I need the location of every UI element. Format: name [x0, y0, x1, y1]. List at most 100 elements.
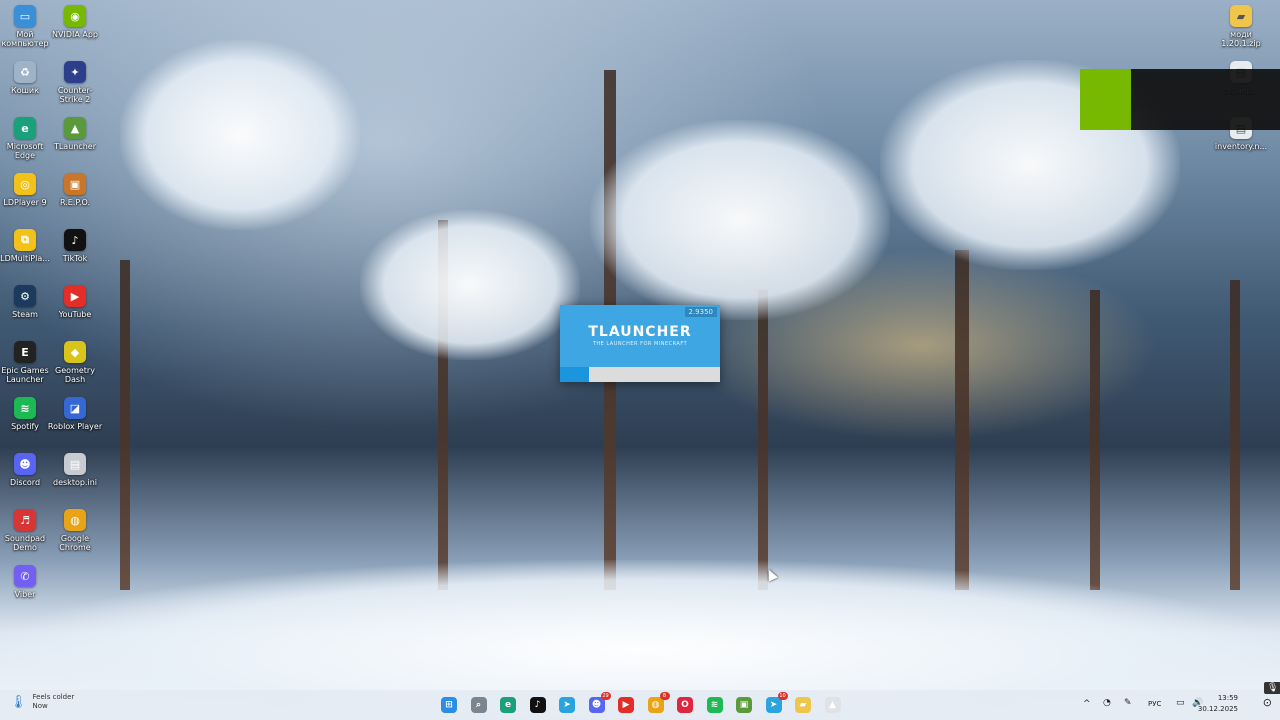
desktop-icon-nvidia[interactable]: ◉ NVIDIA App — [50, 5, 100, 39]
taskbar-telegram-button[interactable]: ➤ — [555, 693, 579, 717]
notification-badge: 8 — [659, 692, 670, 700]
language-indicator[interactable]: РУС — [1148, 700, 1161, 708]
desktop-icon-label: моди 1.20.1.zip — [1221, 30, 1261, 48]
desktop-icon-youtube[interactable]: ▶ YouTube — [50, 285, 100, 319]
tlauncher-icon: ▲ — [824, 697, 841, 713]
spotify-icon: ≋ — [14, 397, 36, 419]
desktop-icon-label: Counter-Strike 2 — [57, 86, 93, 104]
desktop-icon-computer[interactable]: ▭ Мой компьютер — [0, 5, 50, 48]
zip-folder-icon: ▰ — [1230, 5, 1252, 27]
file-icon: ▤ — [64, 453, 86, 475]
desktop-icon-label: Кошик — [11, 86, 39, 95]
search-icon: ⌕ — [470, 697, 487, 713]
desktop-icon-tlauncher[interactable]: ▲ TLauncher — [50, 117, 100, 151]
desktop-icon-label: TLauncher — [53, 142, 97, 151]
network-icon[interactable]: ▭ — [1176, 698, 1185, 708]
taskbar: 🌡 Feels colder Now ⊞ ⌕ e ♪ ➤ ☻ 29 ▶ ◍ 8 O ≋ ▣ ➤ 10 ▰ ▲ ^… — [0, 690, 1280, 720]
taskbar-opera-button[interactable]: O — [673, 693, 697, 717]
counter-strike-icon: ✦ — [64, 61, 86, 83]
desktop-icon-label: R.E.P.O. — [59, 198, 91, 207]
desktop-icon-geometry-dash[interactable]: ◆ Geometry Dash — [50, 341, 100, 384]
tray-chevron-up-icon[interactable]: ^ — [1083, 699, 1091, 709]
desktop-icon-discord[interactable]: ☻ Discord — [0, 453, 50, 487]
microphone-icon[interactable]: 🎙 — [1264, 682, 1280, 694]
folder-icon: ▰ — [795, 697, 811, 713]
desktop-icon-file[interactable]: ▤ desktop.ini — [50, 453, 100, 487]
taskbar-spotify-button[interactable]: ≋ — [703, 693, 727, 717]
desktop-icon-label: LDPlayer 9 — [3, 198, 47, 207]
pen-icon[interactable]: ✎ — [1124, 698, 1132, 708]
windows-start-icon: ⊞ — [441, 697, 457, 713]
taskbar-search-button[interactable]: ⌕ — [467, 693, 491, 717]
taskbar-edge-button[interactable]: e — [496, 693, 520, 717]
steam-icon: ⚙ — [14, 285, 36, 307]
discord-icon: ☻ — [14, 453, 36, 475]
geometry-dash-icon: ◆ — [64, 341, 86, 363]
nvidia-logo-block — [1080, 69, 1131, 130]
desktop-icon-label: Spotify — [11, 422, 39, 431]
taskbar-minecraft-button[interactable]: ▣ — [732, 693, 756, 717]
repo-icon: ▣ — [64, 173, 86, 195]
desktop-icon-label: Viber — [14, 590, 36, 599]
desktop-icon-viber[interactable]: ✆ Viber — [0, 565, 50, 599]
taskbar-tiktok-button[interactable]: ♪ — [526, 693, 550, 717]
taskbar-chrome-button[interactable]: ◍ 8 — [644, 692, 670, 717]
edge-icon: e — [14, 117, 36, 139]
desktop-icon-label: NVIDIA App — [52, 30, 98, 39]
taskbar-file-explorer-button[interactable]: ▰ — [791, 693, 815, 717]
desktop-icon-roblox[interactable]: ◪ Roblox Player — [48, 397, 102, 431]
tlauncher-splash: 2.9350 TLAUNCHER THE LAUNCHER FOR MINECR… — [560, 305, 720, 382]
tiktok-icon: ♪ — [64, 229, 86, 251]
desktop-icon-edge[interactable]: e Microsoft Edge — [0, 117, 50, 160]
desktop-icon-ldplayer[interactable]: ◎ LDPlayer 9 — [0, 173, 50, 207]
desktop-icon-soundpad[interactable]: ♬ Soundpad Demo — [0, 509, 50, 552]
nvidia-icon: ◉ — [64, 5, 86, 27]
tiktok-icon: ♪ — [529, 697, 546, 713]
desktop-icon-zip-folder[interactable]: ▰ моди 1.20.1.zip — [1216, 5, 1266, 48]
computer-icon: ▭ — [14, 5, 36, 27]
desktop-icon-label: Soundpad Demo — [4, 534, 46, 552]
taskbar-youtube-button[interactable]: ▶ — [614, 693, 638, 717]
desktop-icon-counter-strike[interactable]: ✦ Counter-Strike 2 — [50, 61, 100, 104]
telegram-icon: ➤ — [559, 697, 575, 713]
loading-progress-bar — [560, 367, 720, 382]
taskbar-start-button[interactable]: ⊞ — [437, 693, 461, 717]
desktop-icon-label: Steam — [12, 310, 38, 319]
desktop-icon-label: Мой компьютер — [1, 30, 49, 48]
clock-date: 30.12.2025 — [1197, 705, 1238, 713]
desktop-icon-repo[interactable]: ▣ R.E.P.O. — [50, 173, 100, 207]
desktop-icon-spotify[interactable]: ≋ Spotify — [0, 397, 50, 431]
weather-widget[interactable]: 🌡 Feels colder Now — [10, 693, 74, 711]
version-label: 2.9350 — [684, 307, 717, 317]
desktop-icon-label: TikTok — [62, 254, 88, 263]
ldplayer-icon: ◎ — [14, 173, 36, 195]
taskbar-discord-button[interactable]: ☻ 29 — [585, 692, 611, 717]
notification-icon[interactable]: ⊙ — [1263, 696, 1272, 709]
desktop-icon-epic-games[interactable]: E Epic Games Launcher — [0, 341, 50, 384]
soundpad-icon: ♬ — [14, 509, 36, 531]
loading-progress-fill — [560, 367, 589, 382]
tray-app-icon[interactable]: ◔ — [1103, 698, 1111, 708]
desktop-icon-label: LDMultiPla... — [0, 254, 50, 263]
youtube-icon: ▶ — [618, 697, 634, 713]
desktop-icon-label: inventory.n... — [1214, 142, 1268, 151]
spotify-icon: ≋ — [706, 697, 723, 713]
desktop-icon-chrome[interactable]: ◍ Google Chrome — [50, 509, 100, 552]
clock-time: 13:59 — [1217, 694, 1238, 702]
notification-badge: 10 — [777, 692, 788, 700]
taskbar-tlauncher-button[interactable]: ▲ — [821, 693, 845, 717]
viber-icon: ✆ — [14, 565, 36, 587]
desktop-icon-label: Geometry Dash — [55, 366, 95, 384]
chrome-icon: ◍ — [64, 509, 86, 531]
desktop-icon-label: YouTube — [58, 310, 92, 319]
taskbar-telegram-2-button[interactable]: ➤ 10 — [762, 692, 788, 717]
desktop-icon-label: Google Chrome — [59, 534, 91, 552]
minecraft-icon: ▣ — [736, 697, 752, 713]
desktop-icon-steam[interactable]: ⚙ Steam — [0, 285, 50, 319]
desktop-icon-tiktok[interactable]: ♪ TikTok — [50, 229, 100, 263]
edge-icon: e — [500, 697, 516, 713]
desktop-icon-label: Epic Games Launcher — [1, 366, 49, 384]
clock[interactable]: 13:59 30.12.2025 — [1198, 693, 1238, 715]
desktop-icon-ldmultiplayer[interactable]: ⧉ LDMultiPla... — [0, 229, 50, 263]
desktop-icon-recycle-bin[interactable]: ♻ Кошик — [0, 61, 50, 95]
